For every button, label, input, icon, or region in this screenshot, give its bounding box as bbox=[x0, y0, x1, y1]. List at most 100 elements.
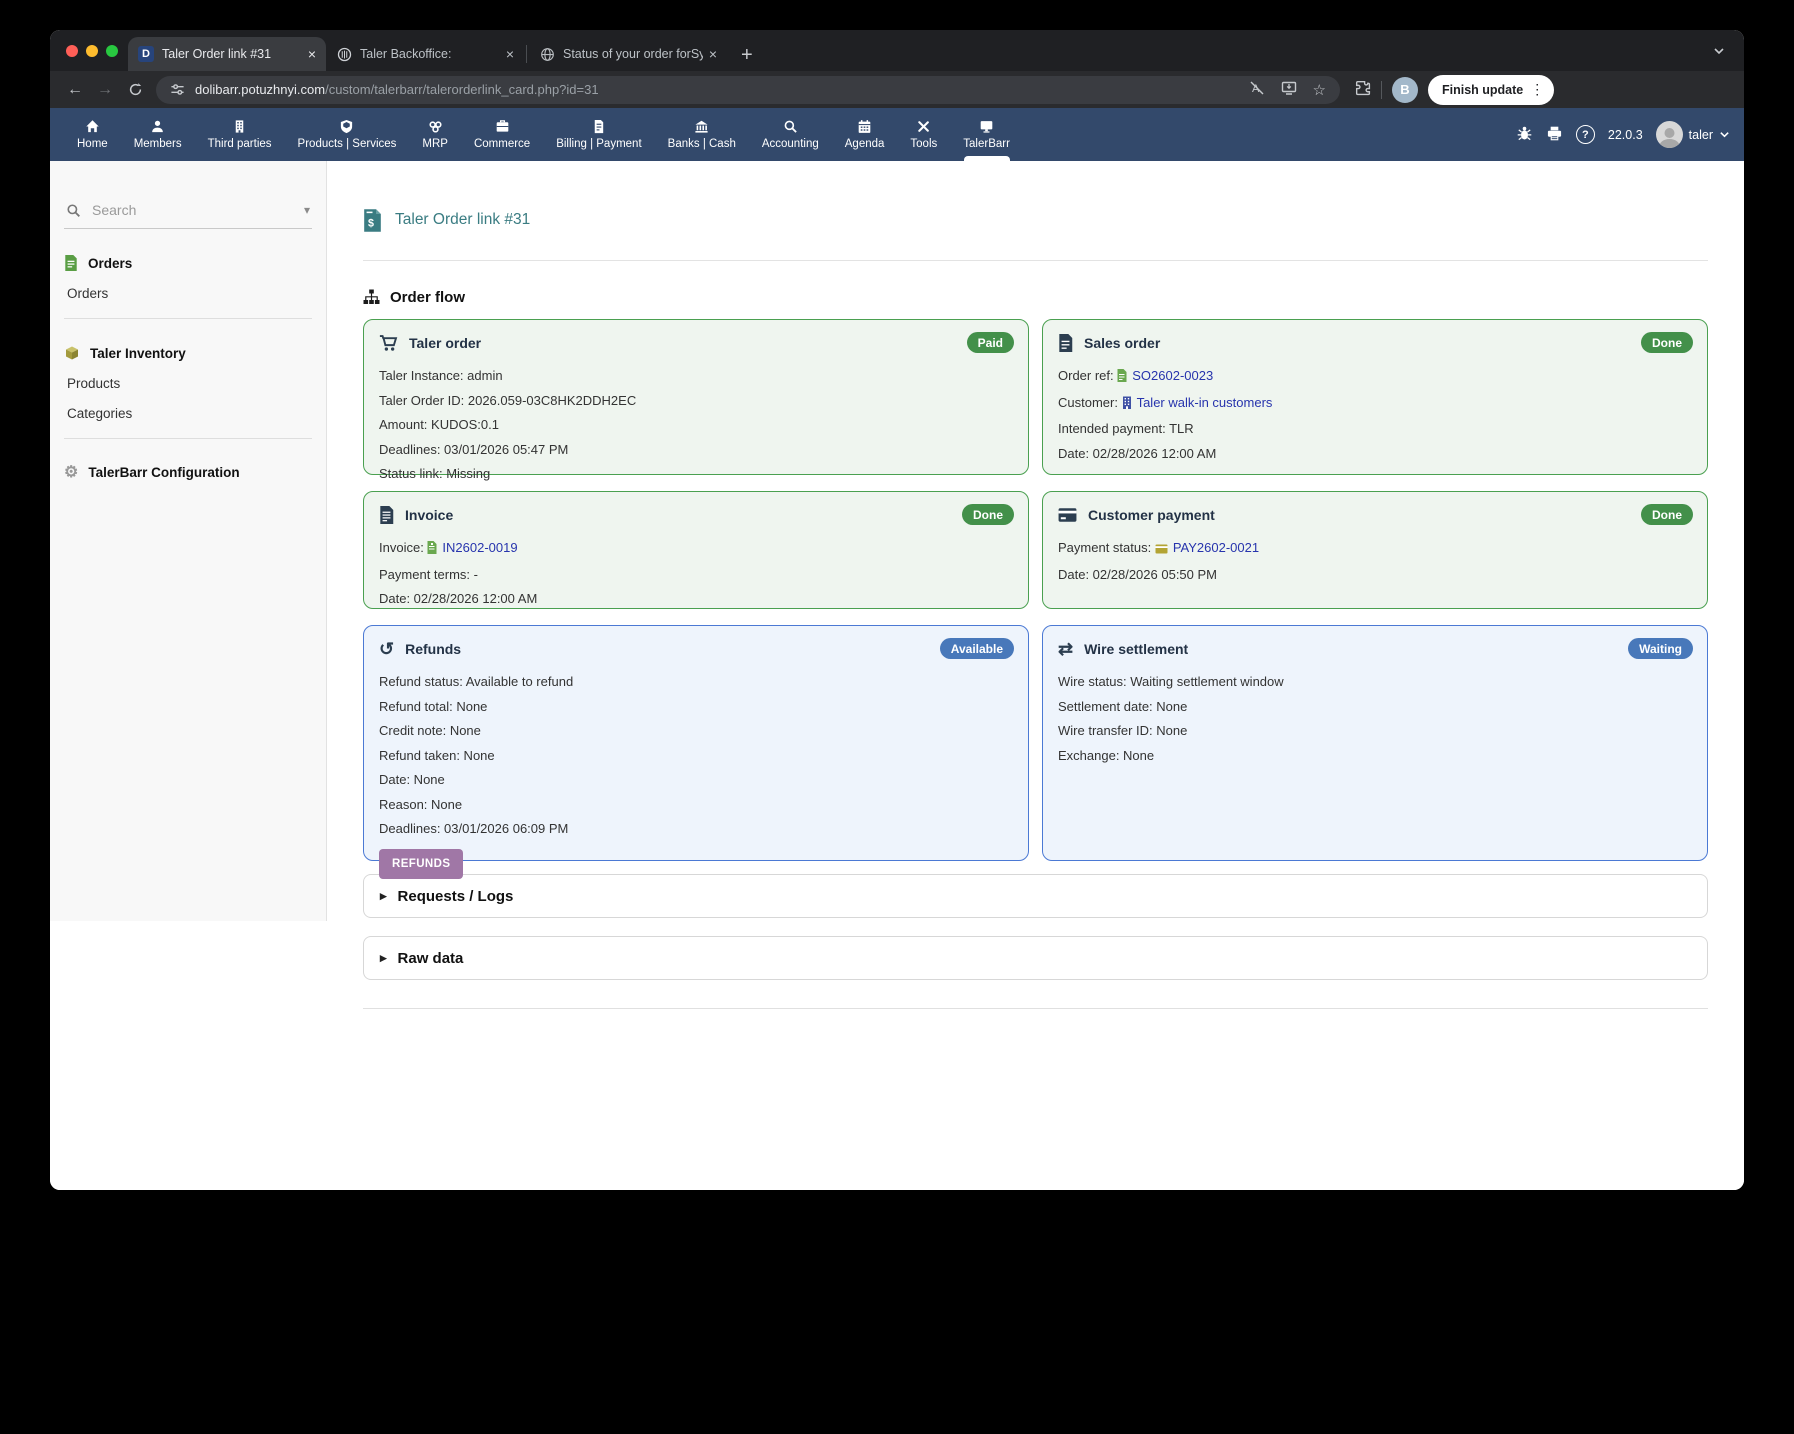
nav-item-agenda[interactable]: Agenda bbox=[832, 108, 898, 161]
card-taler-order: Taler order Paid Taler Instance: admin T… bbox=[363, 319, 1029, 475]
card-line: Order ref: SO2602-0023 bbox=[1058, 368, 1692, 385]
taler-favicon bbox=[336, 46, 352, 62]
sidebar-search[interactable]: ▾ bbox=[64, 201, 312, 229]
search-dropdown-icon[interactable]: ▾ bbox=[304, 203, 310, 217]
card-line: Payment terms: - bbox=[379, 567, 1013, 582]
status-badge: Waiting bbox=[1628, 638, 1693, 659]
nav-item-third-parties[interactable]: Third parties bbox=[195, 108, 285, 161]
back-button[interactable]: ← bbox=[60, 76, 90, 104]
accounting-icon bbox=[783, 119, 798, 134]
invoice-icon bbox=[379, 506, 394, 524]
install-app-icon[interactable] bbox=[1281, 80, 1297, 99]
sidebar-divider bbox=[64, 438, 312, 439]
tab-taler-order-link[interactable]: D Taler Order link #31 × bbox=[128, 37, 326, 71]
sidebar-item-products[interactable]: Products bbox=[67, 376, 312, 391]
sales-order-link[interactable]: SO2602-0023 bbox=[1132, 368, 1213, 383]
fullscreen-window-button[interactable] bbox=[106, 45, 118, 57]
sidebar-section-taler-inventory[interactable]: Taler Inventory bbox=[64, 345, 312, 361]
payment-link[interactable]: PAY2602-0021 bbox=[1173, 540, 1259, 555]
nav-item-commerce[interactable]: Commerce bbox=[461, 108, 543, 161]
help-icon[interactable]: ? bbox=[1576, 125, 1595, 144]
nav-item-accounting[interactable]: Accounting bbox=[749, 108, 832, 161]
close-window-button[interactable] bbox=[66, 45, 78, 57]
bookmark-star-icon[interactable]: ☆ bbox=[1313, 81, 1326, 99]
translate-off-icon[interactable]: A bbox=[1249, 80, 1265, 99]
agenda-icon bbox=[857, 119, 872, 134]
nav-item-banks-cash[interactable]: Banks | Cash bbox=[655, 108, 749, 161]
billing-icon bbox=[591, 119, 606, 134]
sidebar-item-orders[interactable]: Orders bbox=[67, 286, 312, 301]
more-options-icon[interactable]: ⋮ bbox=[1530, 81, 1544, 98]
sidebar-section-talerbarr-configuration[interactable]: ⚙ TalerBarr Configuration bbox=[64, 465, 312, 480]
user-menu[interactable]: taler bbox=[1656, 121, 1730, 148]
card-line: Customer: Taler walk-in customers bbox=[1058, 395, 1692, 412]
tab-title: Taler Order link #31 bbox=[162, 47, 302, 61]
reload-button[interactable] bbox=[120, 76, 150, 104]
card-title: Customer payment bbox=[1088, 507, 1215, 523]
globe-favicon bbox=[539, 46, 555, 62]
bank-icon bbox=[694, 119, 709, 134]
new-tab-button[interactable]: + bbox=[741, 45, 753, 65]
extensions-puzzle-icon[interactable] bbox=[1354, 79, 1371, 101]
card-line: Credit note: None bbox=[379, 723, 1013, 738]
sidebar-divider bbox=[64, 318, 312, 319]
nav-item-members[interactable]: Members bbox=[121, 108, 195, 161]
card-line: Amount: KUDOS:0.1 bbox=[379, 417, 1013, 432]
commerce-icon bbox=[495, 119, 510, 134]
card-line: Intended payment: TLR bbox=[1058, 421, 1692, 436]
tab-taler-backoffice[interactable]: Taler Backoffice: × bbox=[326, 37, 524, 71]
forward-button[interactable]: → bbox=[90, 76, 120, 104]
profile-avatar[interactable]: B bbox=[1392, 77, 1418, 103]
customer-link[interactable]: Taler walk-in customers bbox=[1137, 395, 1273, 410]
talerbarr-icon bbox=[979, 119, 994, 134]
status-badge: Done bbox=[962, 504, 1014, 525]
third-parties-icon bbox=[232, 119, 247, 134]
close-icon[interactable]: × bbox=[709, 46, 717, 62]
nav-item-home[interactable]: Home bbox=[64, 108, 121, 161]
close-icon[interactable]: × bbox=[308, 46, 316, 62]
card-line: Settlement date: None bbox=[1058, 699, 1692, 714]
mrp-icon bbox=[428, 119, 443, 134]
credit-card-icon bbox=[1058, 507, 1077, 523]
tabs: D Taler Order link #31 × Taler Backoffic… bbox=[128, 37, 753, 71]
tab-search-chevron-icon[interactable] bbox=[1712, 44, 1726, 63]
nav-item-talerbarr[interactable]: TalerBarr bbox=[950, 108, 1023, 161]
card-line: Date: 02/28/2026 12:00 AM bbox=[379, 591, 1013, 606]
search-icon bbox=[66, 203, 81, 218]
nav-item-products-services[interactable]: Products | Services bbox=[285, 108, 410, 161]
order-doc-icon bbox=[1117, 369, 1127, 385]
debug-bug-icon[interactable] bbox=[1516, 125, 1533, 145]
nav-item-mrp[interactable]: MRP bbox=[409, 108, 461, 161]
raw-data-collapsible[interactable]: ▸ Raw data bbox=[363, 936, 1708, 980]
members-icon bbox=[150, 119, 165, 134]
user-avatar bbox=[1656, 121, 1683, 148]
invoice-link[interactable]: IN2602-0019 bbox=[442, 540, 517, 555]
tab-order-status[interactable]: Status of your order forSync c × bbox=[529, 37, 727, 71]
card-line: Refund taken: None bbox=[379, 748, 1013, 763]
finish-update-button[interactable]: Finish update ⋮ bbox=[1428, 75, 1554, 105]
status-badge: Done bbox=[1641, 504, 1693, 525]
print-icon[interactable] bbox=[1546, 125, 1563, 145]
sidebar-item-categories[interactable]: Categories bbox=[67, 406, 312, 421]
site-settings-icon[interactable] bbox=[170, 82, 185, 97]
card-line: Status link: Missing bbox=[379, 466, 1013, 481]
close-icon[interactable]: × bbox=[506, 46, 514, 62]
card-title: Wire settlement bbox=[1084, 641, 1188, 657]
url-bar[interactable]: dolibarr.potuzhnyi.com/custom/talerbarr/… bbox=[156, 76, 1340, 104]
invoice-doc-icon bbox=[427, 541, 437, 557]
status-badge: Paid bbox=[967, 332, 1014, 353]
sidebar-section-orders[interactable]: Orders bbox=[64, 255, 312, 271]
products-icon bbox=[339, 119, 354, 134]
minimize-window-button[interactable] bbox=[86, 45, 98, 57]
status-badge: Done bbox=[1641, 332, 1693, 353]
user-name: taler bbox=[1689, 128, 1713, 142]
nav-item-tools[interactable]: Tools bbox=[897, 108, 950, 161]
card-line: Wire transfer ID: None bbox=[1058, 723, 1692, 738]
requests-logs-collapsible[interactable]: ▸ Requests / Logs bbox=[363, 874, 1708, 918]
refunds-button[interactable]: REFUNDS bbox=[379, 849, 463, 879]
orders-doc-icon bbox=[64, 255, 78, 271]
search-input[interactable] bbox=[90, 201, 269, 219]
card-line: Taler Instance: admin bbox=[379, 368, 1013, 383]
dolibarr-top-menu: Home Members Third parties Products | Se… bbox=[50, 108, 1744, 161]
nav-item-billing-payment[interactable]: Billing | Payment bbox=[543, 108, 654, 161]
